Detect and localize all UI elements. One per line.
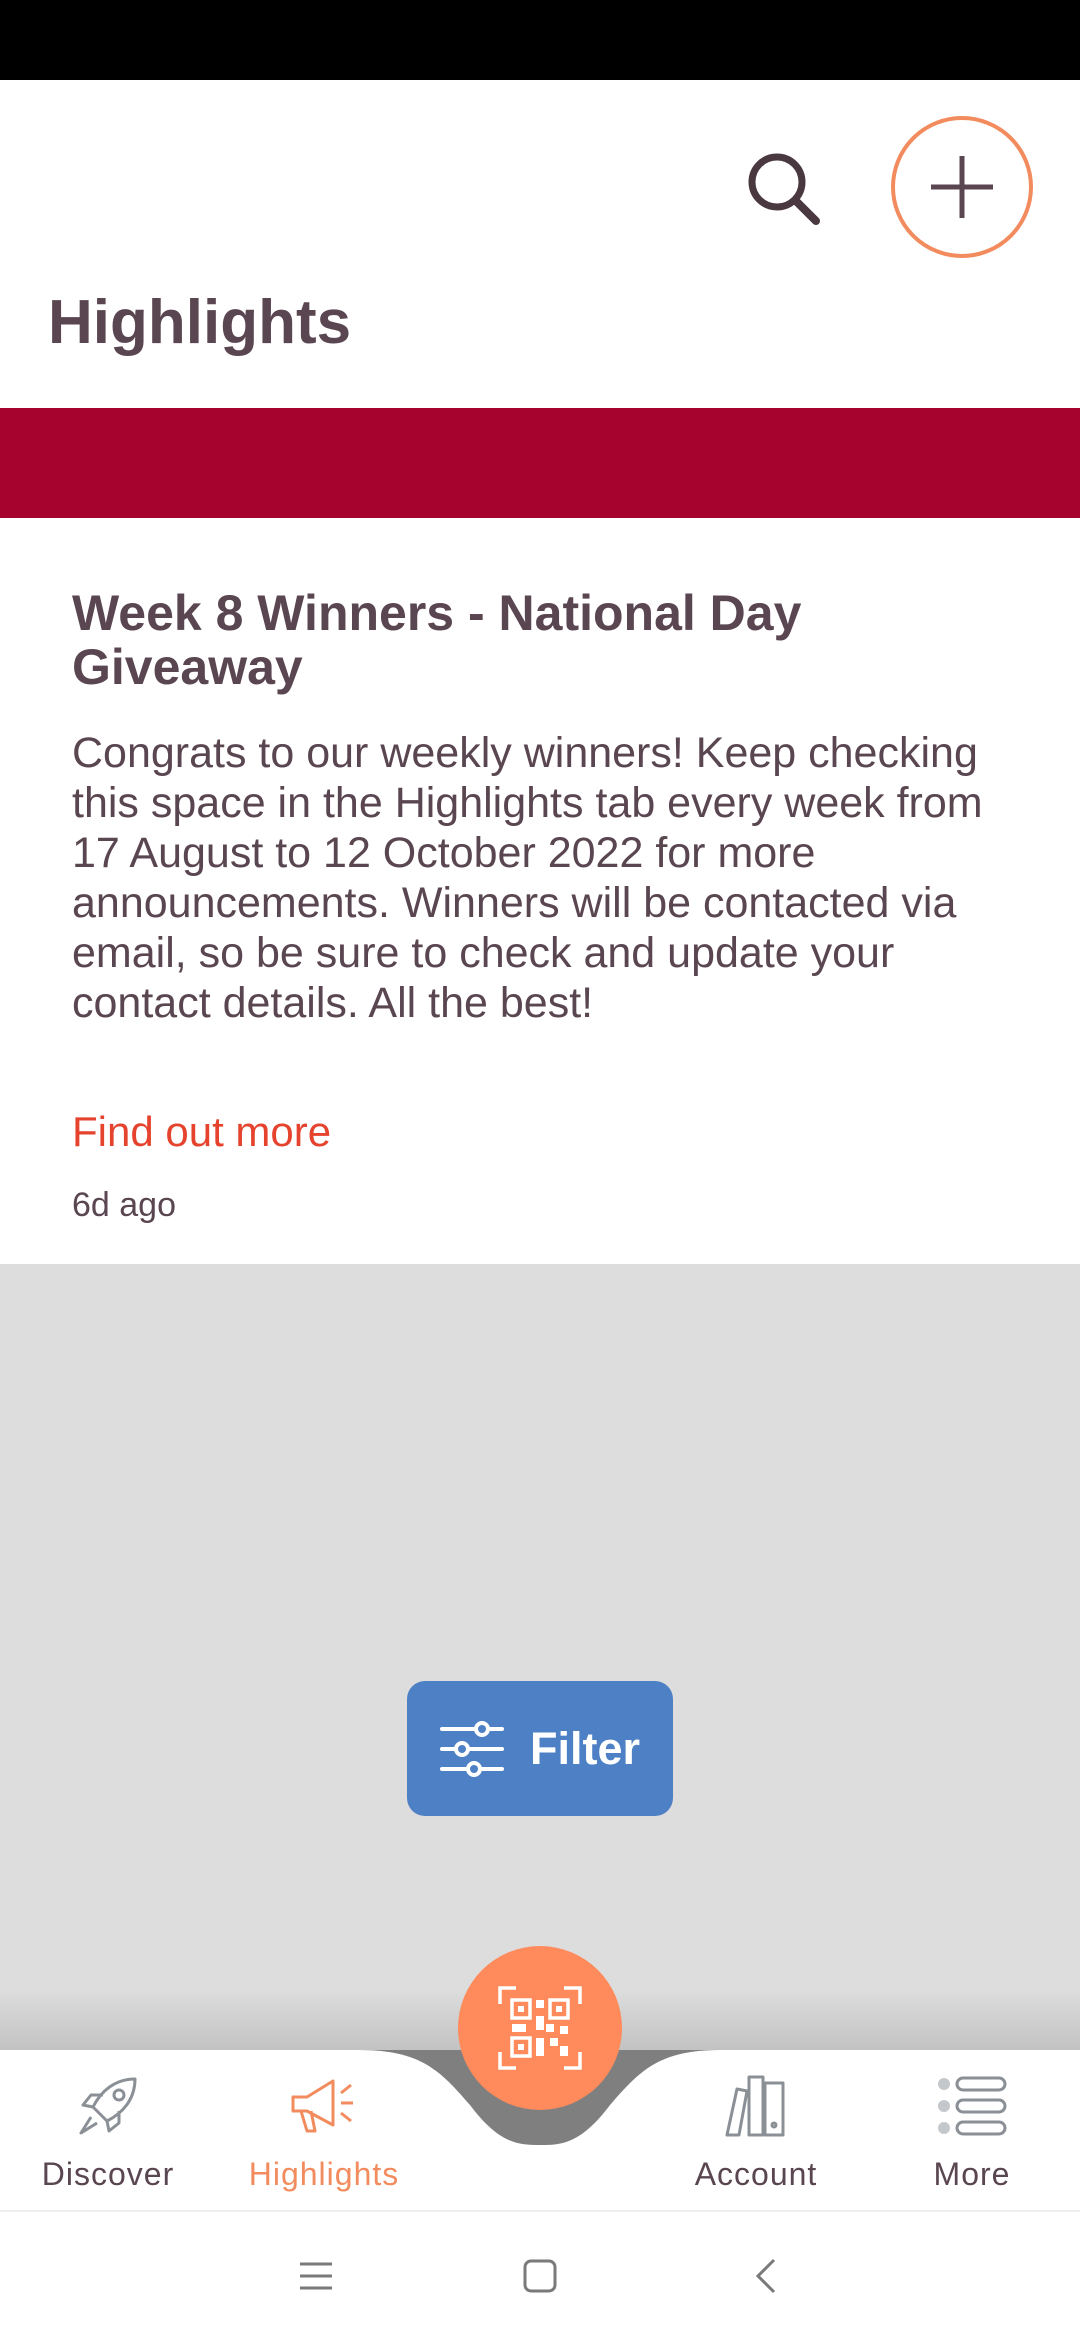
filter-label: Filter [529, 1722, 641, 1774]
highlight-card[interactable]: Week 8 Winners - National Day Giveaway C… [0, 518, 1080, 1264]
page-title: Highlights [48, 288, 352, 357]
nav-label-discover: Discover [41, 2156, 175, 2192]
plus-icon [931, 156, 993, 218]
home-icon [523, 2259, 557, 2293]
system-nav-bar [0, 2210, 1080, 2340]
nav-item-discover[interactable]: Discover [0, 2070, 216, 2193]
back-button[interactable] [730, 2240, 802, 2312]
nav-item-account[interactable]: Account [648, 2070, 864, 2193]
back-icon [755, 2258, 776, 2294]
list-icon [938, 2076, 1007, 2136]
filter-button[interactable]: Filter [407, 1681, 673, 1816]
sliders-icon [439, 1720, 504, 1777]
books-icon [725, 2075, 785, 2137]
recent-apps-button[interactable] [280, 2240, 352, 2312]
menu-icon [300, 2262, 332, 2290]
nav-item-highlights[interactable]: Highlights [216, 2070, 432, 2193]
search-icon [748, 153, 820, 225]
qr-code-icon [498, 1986, 582, 2070]
status-bar [0, 0, 1080, 80]
nav-item-more[interactable]: More [864, 2070, 1080, 2193]
home-button[interactable] [504, 2240, 576, 2312]
find-out-more-link[interactable]: Find out more [72, 1108, 331, 1156]
megaphone-icon [291, 2079, 353, 2133]
highlight-banner[interactable] [0, 408, 1080, 518]
nav-label-highlights: Highlights [248, 2156, 400, 2192]
nav-label-more: More [933, 2156, 1011, 2192]
card-timestamp: 6d ago [72, 1186, 176, 1224]
card-body: Congrats to our weekly winners! Keep che… [72, 729, 983, 1027]
search-button[interactable] [740, 145, 828, 233]
nav-label-account: Account [694, 2156, 818, 2192]
card-title: Week 8 Winners - National Day Giveaway [72, 585, 802, 695]
add-button[interactable] [891, 116, 1033, 258]
rocket-icon [79, 2077, 137, 2135]
qr-scan-button[interactable] [458, 1946, 622, 2110]
